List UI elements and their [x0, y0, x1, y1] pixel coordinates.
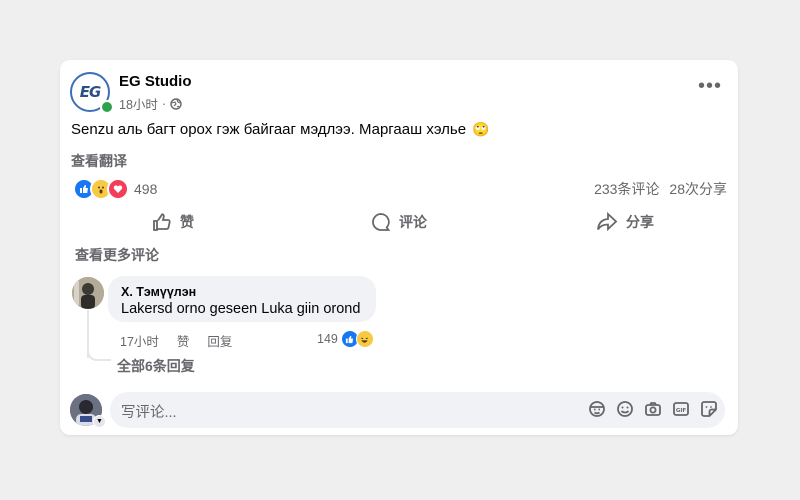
post-text: Senzu аль багт орох гэж байгааг мэдлээ. … — [71, 121, 467, 138]
love-reaction-icon — [107, 178, 129, 200]
chevron-down-icon[interactable]: ▼ — [93, 415, 106, 428]
sticker-icon[interactable] — [700, 400, 718, 418]
haha-reaction-icon — [355, 330, 374, 348]
meta-separator: · — [161, 96, 167, 111]
comment-meta: 17小时 赞 回复 — [120, 331, 232, 350]
comment-text: Lakersd orno geseen Luka giin orond — [121, 301, 361, 317]
comment-like-button[interactable]: 赞 — [177, 331, 190, 350]
thread-connector — [87, 345, 111, 361]
avatar-sticker-icon[interactable] — [588, 400, 606, 418]
reaction-summary[interactable]: 498 — [73, 178, 157, 200]
post-card: EG EG Studio 18小时 · ••• Senzu аль багт о… — [60, 60, 738, 435]
share-label: 分享 — [626, 214, 654, 230]
page-name-link[interactable]: EG Studio — [119, 73, 192, 90]
comment-label: 评论 — [399, 214, 427, 230]
gif-icon[interactable]: GIF — [672, 400, 690, 418]
post-stats: 233条评论 28次分享 — [594, 179, 727, 199]
translate-link[interactable]: 查看翻译 — [71, 151, 127, 171]
like-button[interactable]: 赞 — [60, 204, 286, 240]
comment-button[interactable]: 评论 — [286, 204, 512, 240]
comment-icon — [372, 213, 391, 231]
view-more-comments-link[interactable]: 查看更多评论 — [75, 245, 159, 265]
share-button[interactable]: 分享 — [512, 204, 738, 240]
globe-icon — [170, 97, 182, 110]
emoji-icon[interactable] — [616, 400, 634, 418]
view-replies-link[interactable]: 全部6条回复 — [117, 356, 195, 376]
online-status-icon — [100, 100, 114, 114]
commenter-name[interactable]: Х. Тэмүүлэн — [121, 285, 196, 299]
comment-reactions[interactable]: 149 — [317, 330, 374, 348]
post-meta: 18小时 · — [119, 94, 182, 113]
comment-reaction-count: 149 — [317, 332, 338, 346]
thumbs-up-icon — [153, 213, 171, 231]
comments-count-link[interactable]: 233条评论 — [594, 179, 659, 199]
camera-icon[interactable] — [644, 400, 662, 418]
share-icon — [597, 212, 618, 232]
like-label: 赞 — [180, 214, 194, 230]
post-actions: 赞 评论 分享 — [60, 204, 738, 240]
post-time[interactable]: 18小时 — [119, 94, 158, 113]
svg-text:GIF: GIF — [676, 408, 687, 414]
composer-icons: GIF — [588, 400, 718, 418]
eye-roll-emoji-icon: 🙄 — [472, 121, 490, 137]
post-body: Senzu аль багт орох гэж байгааг мэдлээ. … — [71, 121, 490, 138]
more-options-icon[interactable]: ••• — [698, 76, 722, 96]
page-logo: EG — [79, 83, 102, 101]
reaction-count: 498 — [134, 181, 158, 197]
comment-time[interactable]: 17小时 — [120, 331, 159, 350]
shares-count-link[interactable]: 28次分享 — [669, 179, 727, 199]
comment-placeholder: 写评论... — [121, 405, 177, 421]
commenter-avatar[interactable] — [72, 277, 104, 309]
comment-reply-button[interactable]: 回复 — [207, 331, 232, 350]
